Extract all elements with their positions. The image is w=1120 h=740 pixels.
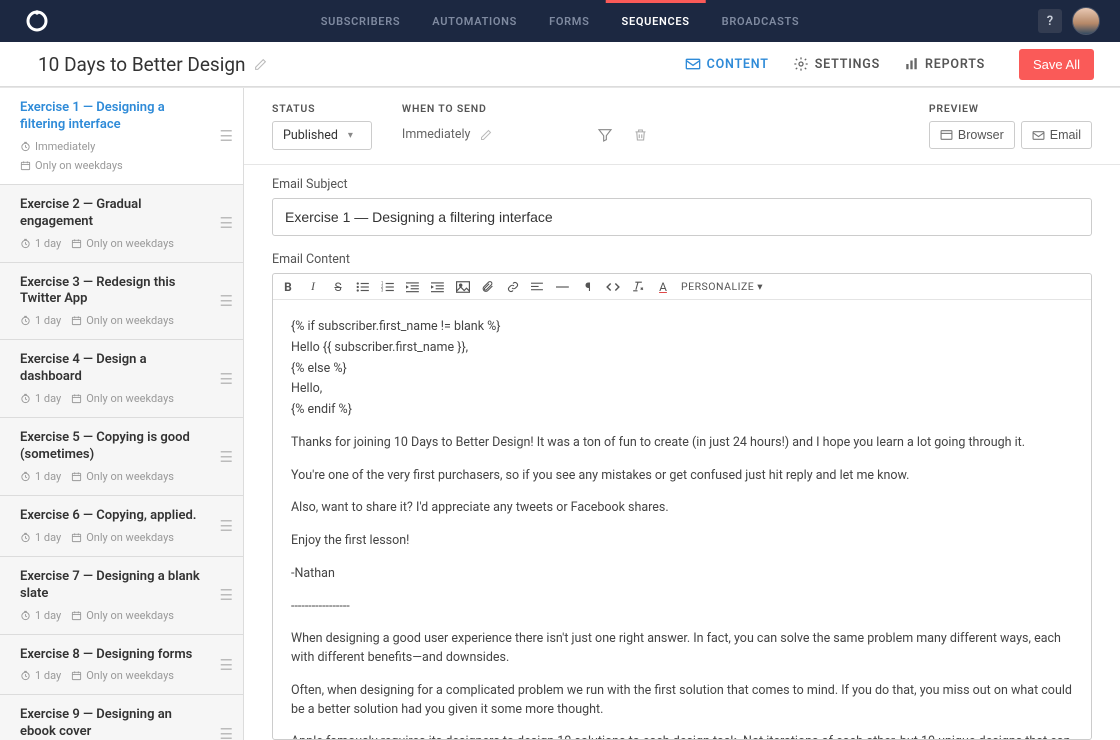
strike-button[interactable]: S [331, 280, 345, 294]
content-label: Email Content [272, 252, 1092, 267]
email-list-sidebar: Exercise 1 — Designing a filtering inter… [0, 88, 244, 740]
drag-handle-icon[interactable]: ☰ [220, 214, 233, 232]
text-color-button[interactable]: A [656, 280, 670, 294]
align-button[interactable] [531, 281, 545, 293]
nav-forms[interactable]: FORMS [533, 0, 605, 42]
drag-handle-icon[interactable]: ☰ [220, 517, 233, 535]
number-list-button[interactable]: 123 [381, 281, 395, 293]
browser-icon [940, 129, 953, 141]
preview-email-button[interactable]: Email [1021, 121, 1092, 149]
tab-content[interactable]: CONTENT [685, 57, 769, 72]
sidebar-item-title: Exercise 6 — Copying, applied. [20, 508, 207, 525]
sidebar-item-title: Exercise 1 — Designing a filtering inter… [20, 100, 207, 134]
subject-label: Email Subject [272, 177, 1092, 192]
sidebar-item-3[interactable]: Exercise 4 — Design a dashboard 1 dayOnl… [0, 340, 243, 418]
when-value: Immediately [402, 127, 471, 142]
gear-icon [793, 56, 809, 72]
indent-button[interactable] [431, 281, 445, 293]
save-all-button[interactable]: Save All [1019, 49, 1094, 80]
preview-browser-button[interactable]: Browser [929, 121, 1015, 149]
avatar[interactable] [1072, 7, 1100, 35]
sidebar-item-title: Exercise 4 — Design a dashboard [20, 352, 207, 386]
drag-handle-icon[interactable]: ☰ [220, 370, 233, 388]
logo[interactable] [24, 8, 50, 34]
bars-icon [904, 57, 919, 71]
drag-handle-icon[interactable]: ☰ [220, 656, 233, 674]
sidebar-item-2[interactable]: Exercise 3 — Redesign this Twitter App 1… [0, 263, 243, 341]
sidebar-item-1[interactable]: Exercise 2 — Gradual engagement 1 dayOnl… [0, 185, 243, 263]
svg-text:3: 3 [381, 287, 384, 292]
personalize-dropdown[interactable]: PERSONALIZE▾ [681, 280, 763, 293]
bold-button[interactable]: B [281, 280, 295, 294]
attach-button[interactable] [481, 280, 495, 293]
hr-button[interactable] [556, 281, 570, 293]
nav-sequences[interactable]: SEQUENCES [606, 0, 706, 42]
top-nav: SUBSCRIBERS AUTOMATIONS FORMS SEQUENCES … [0, 0, 1120, 42]
trash-icon[interactable] [628, 122, 653, 148]
help-button[interactable]: ? [1038, 9, 1062, 33]
code-button[interactable] [606, 281, 620, 293]
when-label: WHEN TO SEND [402, 102, 493, 115]
editor-body[interactable]: {% if subscriber.first_name != blank %}H… [273, 300, 1091, 739]
main-nav: SUBSCRIBERS AUTOMATIONS FORMS SEQUENCES … [305, 0, 816, 42]
drag-handle-icon[interactable]: ☰ [220, 448, 233, 466]
sidebar-item-0[interactable]: Exercise 1 — Designing a filtering inter… [0, 88, 243, 185]
sidebar-item-title: Exercise 8 — Designing forms [20, 647, 207, 664]
sidebar-item-title: Exercise 5 — Copying is good (sometimes) [20, 430, 207, 464]
sidebar-item-7[interactable]: Exercise 8 — Designing forms 1 dayOnly o… [0, 635, 243, 696]
editor-toolbar: B I S 123 ¶ A PERSONALIZE▾ [273, 274, 1091, 300]
drag-handle-icon[interactable]: ☰ [220, 586, 233, 604]
sidebar-item-8[interactable]: Exercise 9 — Designing an ebook cover 1 … [0, 695, 243, 740]
link-button[interactable] [506, 281, 520, 293]
drag-handle-icon[interactable]: ☰ [220, 725, 233, 740]
tab-settings[interactable]: SETTINGS [793, 56, 880, 72]
envelope-icon [1032, 130, 1045, 141]
status-dropdown[interactable]: Published [272, 121, 372, 150]
status-label: STATUS [272, 102, 372, 115]
outdent-button[interactable] [406, 281, 420, 293]
nav-subscribers[interactable]: SUBSCRIBERS [305, 0, 417, 42]
sidebar-item-5[interactable]: Exercise 6 — Copying, applied. 1 dayOnly… [0, 496, 243, 557]
envelope-icon [685, 57, 701, 71]
bullet-list-button[interactable] [356, 281, 370, 293]
page-title-text: 10 Days to Better Design [38, 53, 246, 76]
sidebar-item-title: Exercise 2 — Gradual engagement [20, 197, 207, 231]
sidebar-item-6[interactable]: Exercise 7 — Designing a blank slate 1 d… [0, 557, 243, 635]
edit-when-icon[interactable] [480, 129, 492, 141]
page-title: 10 Days to Better Design [38, 53, 267, 76]
preview-label: PREVIEW [929, 102, 1092, 115]
clear-format-button[interactable] [631, 280, 645, 293]
drag-handle-icon[interactable]: ☰ [220, 292, 233, 310]
sidebar-item-4[interactable]: Exercise 5 — Copying is good (sometimes)… [0, 418, 243, 496]
paragraph-button[interactable]: ¶ [581, 280, 595, 294]
tab-reports[interactable]: REPORTS [904, 57, 985, 72]
nav-automations[interactable]: AUTOMATIONS [416, 0, 533, 42]
sidebar-item-title: Exercise 7 — Designing a blank slate [20, 569, 207, 603]
sidebar-item-title: Exercise 3 — Redesign this Twitter App [20, 275, 207, 309]
filter-icon[interactable] [592, 122, 618, 148]
nav-broadcasts[interactable]: BROADCASTS [706, 0, 816, 42]
title-bar: 10 Days to Better Design CONTENT SETTING… [0, 42, 1120, 87]
drag-handle-icon[interactable]: ☰ [220, 127, 233, 145]
image-button[interactable] [456, 281, 470, 293]
subject-input[interactable] [272, 198, 1092, 236]
sidebar-item-title: Exercise 9 — Designing an ebook cover [20, 707, 207, 740]
content-panel: STATUS Published WHEN TO SEND Immediatel… [244, 88, 1120, 740]
edit-title-icon[interactable] [254, 58, 267, 71]
italic-button[interactable]: I [306, 279, 320, 294]
